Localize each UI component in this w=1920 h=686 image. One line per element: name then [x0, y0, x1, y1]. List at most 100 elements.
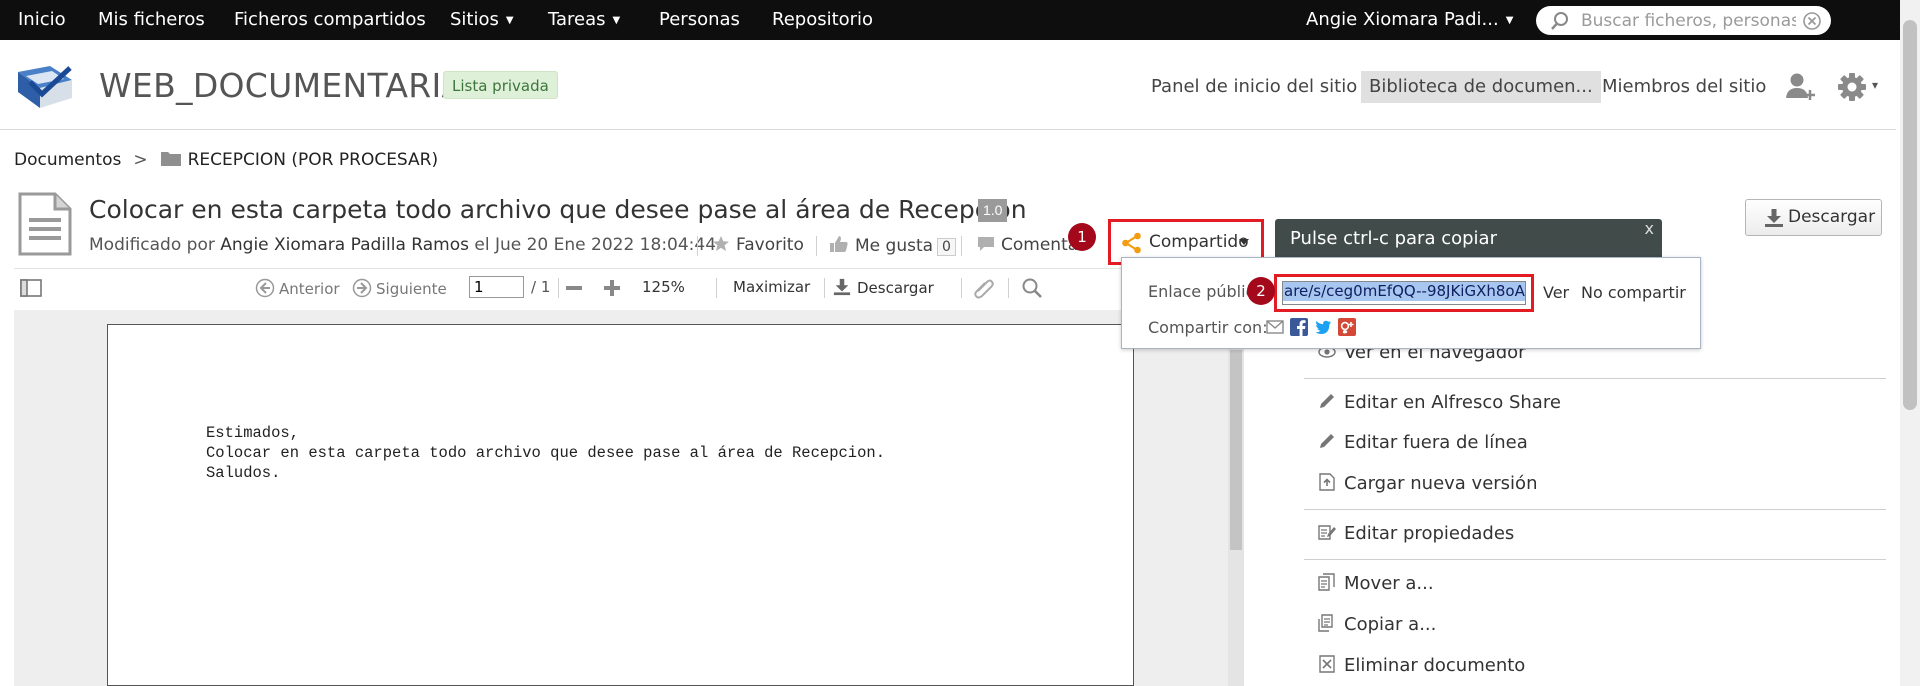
folder-icon — [160, 152, 181, 166]
copy-icon — [1318, 614, 1333, 632]
page-scrollbar-thumb[interactable] — [1903, 20, 1917, 410]
twitter-icon[interactable] — [1314, 318, 1332, 336]
divider — [961, 278, 962, 298]
divider — [816, 236, 817, 256]
chevron-down-icon — [1239, 239, 1249, 245]
document-content: Estimados, Colocar en esta carpeta todo … — [206, 424, 886, 482]
previous-page-button[interactable]: Anterior — [255, 278, 340, 298]
upload-icon — [1319, 473, 1335, 491]
document-icon — [18, 192, 72, 256]
arrow-left-icon — [255, 278, 275, 298]
previewer-toolbar: Anterior Siguiente / 1 125% Maximizar De… — [14, 272, 1244, 304]
zoom-level[interactable]: 125% — [642, 278, 685, 296]
nav-inicio[interactable]: Inicio — [18, 0, 66, 40]
top-navigation-bar: Inicio Mis ficheros Ficheros compartidos… — [0, 0, 1920, 40]
zoom-out-icon[interactable] — [562, 279, 586, 297]
breadcrumb-root[interactable]: Documentos — [14, 150, 121, 170]
nav-ficheros-compartidos[interactable]: Ficheros compartidos — [234, 0, 426, 40]
gear-icon[interactable] — [1837, 72, 1867, 102]
visibility-badge: Lista privada — [443, 71, 558, 99]
close-tooltip-button[interactable]: x — [1645, 209, 1654, 249]
star-icon — [713, 236, 729, 251]
search-input[interactable] — [1581, 10, 1796, 31]
next-page-button[interactable]: Siguiente — [352, 278, 447, 298]
divider — [824, 278, 825, 298]
google-plus-icon[interactable] — [1338, 318, 1356, 336]
download-button[interactable]: Descargar — [1745, 199, 1882, 236]
add-user-icon[interactable] — [1784, 70, 1816, 102]
step-2-badge: 2 — [1247, 277, 1275, 305]
thumbs-up-icon — [830, 236, 848, 252]
divider — [1304, 378, 1886, 379]
document-title: Colocar en esta carpeta todo archivo que… — [89, 195, 1027, 224]
pencil-icon — [1320, 434, 1334, 448]
share-with-label: Compartir con: — [1148, 318, 1268, 337]
email-icon[interactable] — [1266, 318, 1284, 336]
site-logo-icon — [18, 66, 72, 108]
breadcrumb: Documentos > RECEPCION (POR PROCESAR) — [14, 150, 438, 170]
comment-button[interactable]: Comentar — [977, 235, 1082, 255]
move-icon — [1318, 573, 1335, 591]
edit-properties-icon — [1318, 525, 1336, 540]
modified-date: Jue 20 Ene 2022 18:04:44 — [494, 235, 717, 255]
share-popup: Enlace público are/s/ceg0mEfQQ--98JKiGXh… — [1121, 257, 1701, 349]
divider — [716, 278, 717, 298]
breadcrumb-separator: > — [133, 150, 148, 170]
page-number-input[interactable] — [469, 276, 524, 298]
toolbar-download-button[interactable]: Descargar — [833, 278, 934, 297]
user-menu[interactable]: Angie Xiomara Padi... ▼ — [1306, 0, 1513, 40]
step-1-badge: 1 — [1068, 223, 1096, 251]
chevron-down-icon: ▼ — [505, 15, 514, 26]
preview-scrollbar[interactable] — [1228, 310, 1244, 686]
like-button[interactable]: Me gusta 0 — [829, 235, 956, 256]
arrow-right-icon — [352, 278, 372, 298]
copy-tooltip: Pulse ctrl-c para copiar x — [1275, 219, 1662, 259]
divider — [14, 268, 1244, 269]
site-header: WEB_DOCUMENTARIA Lista privada Panel de … — [0, 40, 1896, 130]
favorite-button[interactable]: Favorito — [712, 235, 804, 255]
unshare-button[interactable]: No compartir — [1581, 283, 1686, 302]
download-icon — [1765, 209, 1783, 227]
divider — [961, 236, 962, 256]
clear-search-icon[interactable] — [1802, 11, 1822, 31]
breadcrumb-folder[interactable]: RECEPCION (POR PROCESAR) — [188, 150, 439, 170]
nav-tareas[interactable]: Tareas ▼ — [548, 0, 620, 40]
facebook-icon[interactable] — [1290, 318, 1308, 336]
sidebar-toggle-icon[interactable] — [20, 279, 42, 297]
nav-sitios[interactable]: Sitios ▼ — [450, 0, 514, 40]
page-scrollbar[interactable] — [1900, 0, 1920, 686]
document-page: Estimados, Colocar en esta carpeta todo … — [107, 324, 1134, 686]
zoom-in-icon[interactable] — [601, 277, 623, 299]
chevron-down-icon: ▼ — [1505, 15, 1514, 26]
nav-mis-ficheros[interactable]: Mis ficheros — [98, 0, 205, 40]
site-nav-members[interactable]: Miembros del sitio — [1602, 71, 1766, 103]
page-total: / 1 — [531, 278, 551, 296]
divider — [1008, 278, 1009, 298]
version-badge: 1.0 — [978, 199, 1008, 222]
divider — [558, 278, 559, 298]
preview-scrollbar-thumb[interactable] — [1230, 350, 1242, 550]
site-nav-dashboard[interactable]: Panel de inicio del sitio — [1151, 71, 1357, 103]
public-link-highlight: are/s/ceg0mEfQQ--98JKiGXh8oA — [1274, 274, 1534, 312]
nav-personas[interactable]: Personas — [659, 0, 740, 40]
modified-info: Modificado por Angie Xiomara Padilla Ram… — [89, 235, 717, 255]
pencil-icon — [1320, 394, 1334, 408]
view-link-button[interactable]: Ver — [1543, 283, 1569, 302]
search-icon[interactable] — [1021, 277, 1043, 299]
chevron-down-icon: ▾ — [1872, 78, 1879, 92]
maximize-button[interactable]: Maximizar — [733, 278, 810, 296]
comment-icon — [978, 237, 994, 251]
nav-repositorio[interactable]: Repositorio — [772, 0, 873, 40]
download-icon — [833, 278, 851, 296]
site-title[interactable]: WEB_DOCUMENTARIA — [99, 66, 464, 105]
divider — [697, 236, 698, 256]
site-nav-document-library[interactable]: Biblioteca de documen... — [1361, 71, 1601, 103]
like-count: 0 — [937, 238, 956, 256]
attachment-icon[interactable] — [972, 277, 996, 299]
search-icon — [1551, 12, 1568, 30]
delete-icon — [1319, 655, 1335, 673]
divider — [1304, 559, 1886, 560]
modified-by-link[interactable]: Angie Xiomara Padilla Ramos — [220, 235, 469, 255]
share-icon — [1122, 232, 1141, 254]
public-link-input[interactable]: are/s/ceg0mEfQQ--98JKiGXh8oA — [1282, 281, 1526, 305]
